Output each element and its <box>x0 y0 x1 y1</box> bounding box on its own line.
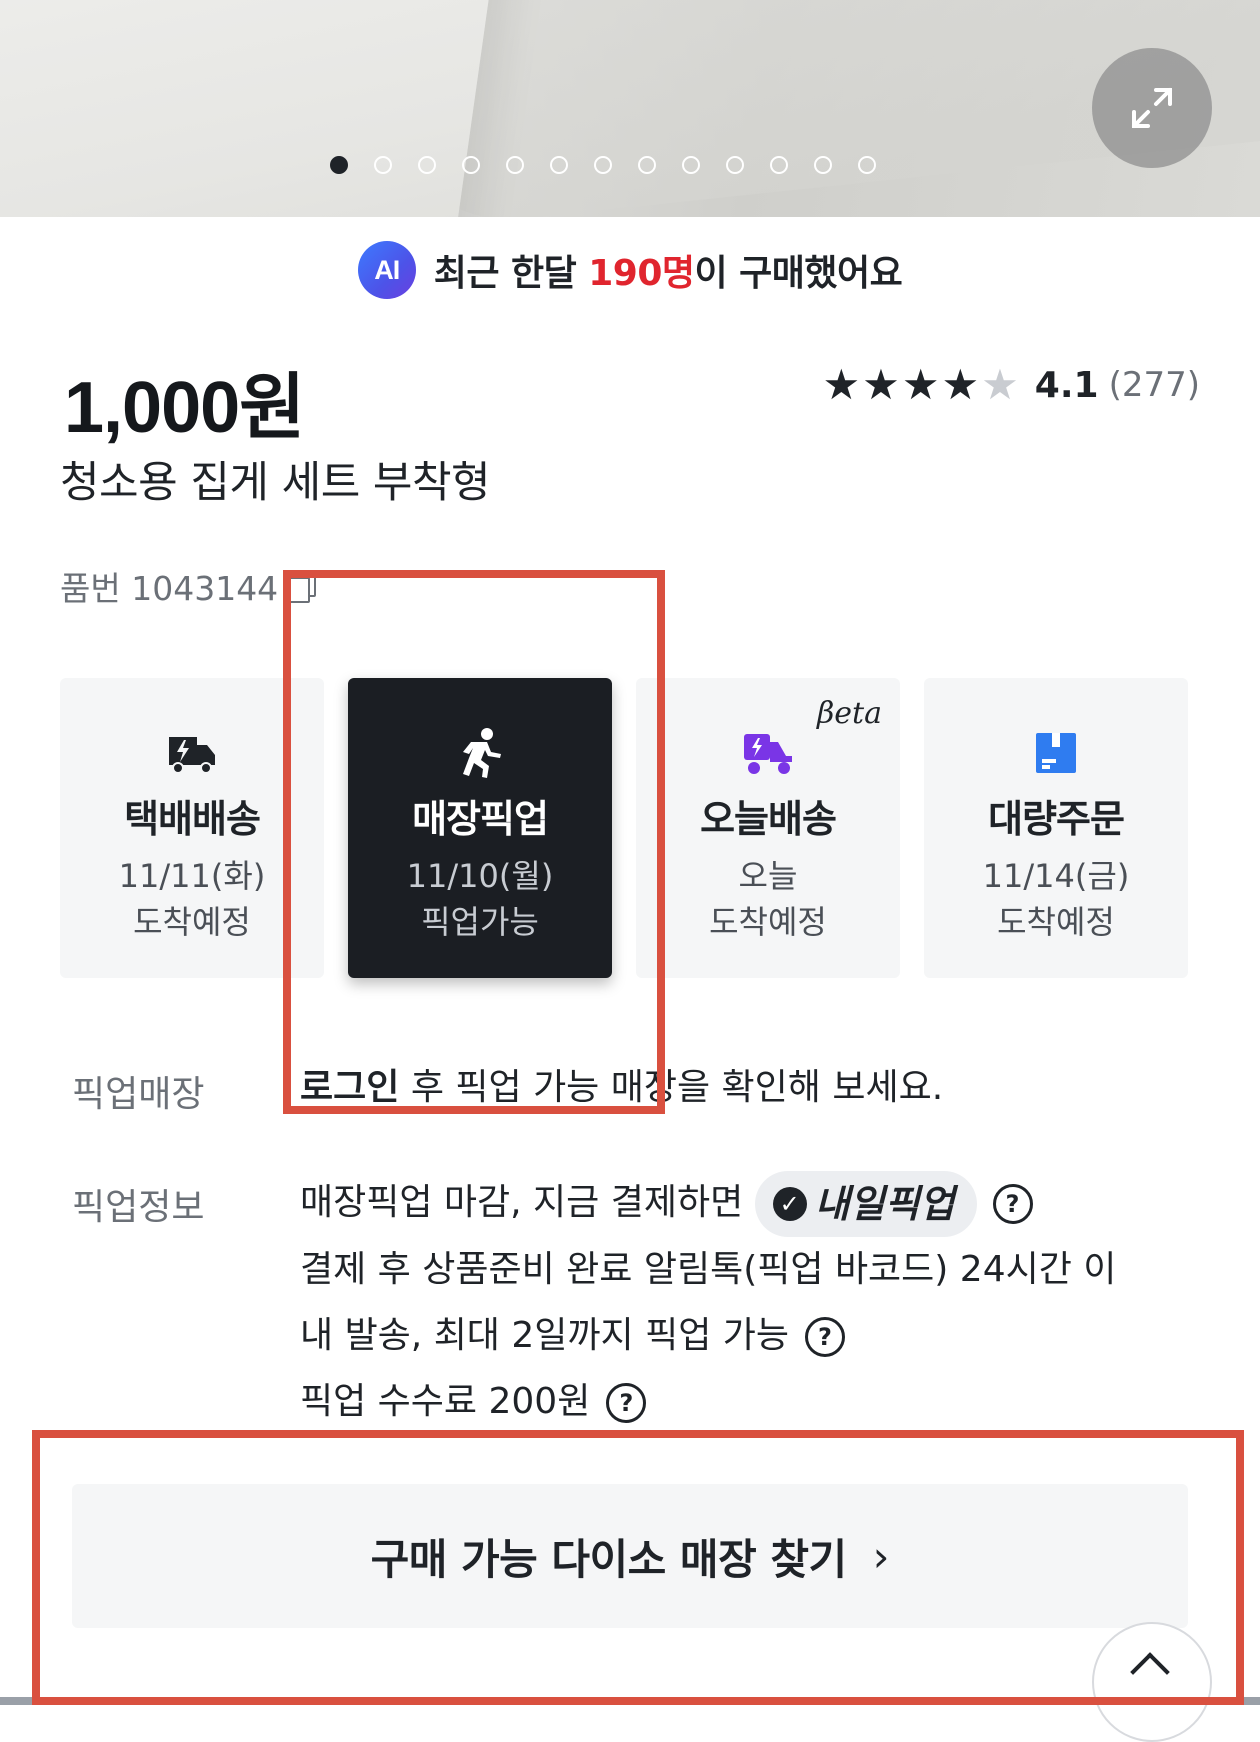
delivery-option-status: 도착예정 <box>709 903 827 941</box>
pickup-period-text: 내 발송, 최대 2일까지 픽업 가능 <box>300 1315 790 1356</box>
star-icon: ★ <box>862 360 900 409</box>
pickup-store-value: 로그인 후 픽업 가능 매장을 확인해 보세요. <box>300 1055 943 1121</box>
ai-highlight-count: 190명 <box>588 253 695 294</box>
product-image-carousel[interactable] <box>0 0 1260 217</box>
expand-icon <box>1132 88 1172 128</box>
box-icon <box>1029 726 1083 780</box>
help-icon[interactable]: ? <box>992 1184 1033 1224</box>
running-person-icon <box>453 726 507 780</box>
ai-badge-icon: AI <box>357 241 416 299</box>
carousel-dot[interactable] <box>550 156 568 174</box>
carousel-dot[interactable] <box>506 156 524 174</box>
delivery-option-date: 11/14(금) <box>982 857 1130 895</box>
ai-text-after: 이 구매했어요 <box>694 253 903 294</box>
pickup-info-line1: 매장픽업 마감, 지금 결제하면 ✓ 내일픽업? <box>300 1170 1116 1237</box>
pickup-store-text: 후 픽업 가능 매장을 확인해 보세요. <box>399 1067 944 1108</box>
star-icon: ★ <box>822 360 861 409</box>
next-day-pickup-label: 내일픽업 <box>814 1182 955 1226</box>
beta-badge: βeta <box>816 696 882 731</box>
delivery-options: 택배배송 11/11(화) 도착예정 매장픽업 11/10(월) 픽업가능 βe… <box>60 678 1188 978</box>
carousel-dot[interactable] <box>330 156 348 174</box>
chevron-up-icon <box>1130 1652 1170 1692</box>
pickup-store-label: 픽업매장 <box>72 1074 205 1115</box>
carousel-dot[interactable] <box>374 156 392 174</box>
delivery-option-title: 택배배송 <box>124 797 261 841</box>
bottom-edge <box>0 1697 1260 1705</box>
pickup-info-line3: 내 발송, 최대 2일까지 픽업 가능? <box>300 1303 1116 1369</box>
delivery-option-date: 11/10(월) <box>406 857 554 895</box>
expand-image-button[interactable] <box>1092 48 1212 168</box>
chevron-right-icon: › <box>872 1531 890 1581</box>
login-link[interactable]: 로그인 <box>300 1067 399 1108</box>
star-icon: ★ <box>941 360 980 409</box>
rating-value: 4.1 <box>1034 364 1099 406</box>
product-image <box>0 0 512 217</box>
delivery-option-title: 오늘배송 <box>700 797 837 841</box>
carousel-dot[interactable] <box>682 156 700 174</box>
carousel-dot[interactable] <box>770 156 788 174</box>
ai-banner-text: 최근 한달 190명이 구매했어요 <box>434 244 903 296</box>
find-store-button[interactable]: 구매 가능 다이소 매장 찾기 › <box>72 1484 1188 1628</box>
carousel-dot[interactable] <box>814 156 832 174</box>
carousel-dot[interactable] <box>462 156 480 174</box>
delivery-option-same-day[interactable]: βeta 오늘배송 오늘 도착예정 <box>636 678 900 978</box>
pickup-info-label: 픽업정보 <box>72 1187 205 1228</box>
pickup-fee-text: 픽업 수수료 200원 <box>300 1381 591 1422</box>
carousel-pagination[interactable] <box>330 156 876 176</box>
scroll-to-top-button[interactable] <box>1092 1622 1212 1742</box>
delivery-option-date: 오늘 <box>738 857 798 895</box>
carousel-dot[interactable] <box>726 156 744 174</box>
sku-text: 품번 1043144 <box>60 569 279 608</box>
pickup-info-line2: 결제 후 상품준비 완료 알림톡(픽업 바코드) 24시간 이 <box>300 1249 1117 1290</box>
star-icon: ★ <box>981 360 1019 409</box>
truck-icon <box>165 726 219 780</box>
delivery-option-status: 픽업가능 <box>421 903 539 941</box>
pickup-deadline-text: 매장픽업 마감, 지금 결제하면 <box>300 1182 744 1223</box>
review-count: (277) <box>1108 365 1200 405</box>
delivery-option-title: 대량주문 <box>988 797 1125 841</box>
carousel-dot[interactable] <box>418 156 436 174</box>
rating-stars: ★ ★ ★ ★ ★ <box>823 364 1019 406</box>
carousel-dot[interactable] <box>638 156 656 174</box>
copy-icon[interactable] <box>288 571 317 603</box>
delivery-option-store-pickup[interactable]: 매장픽업 11/10(월) 픽업가능 <box>348 678 612 978</box>
delivery-scooter-icon <box>741 726 795 780</box>
product-price: 1,000원 <box>64 368 305 448</box>
ai-text-before: 최근 한달 <box>433 253 589 294</box>
check-icon: ✓ <box>772 1187 807 1221</box>
find-store-label: 구매 가능 다이소 매장 찾기 <box>370 1534 848 1584</box>
pickup-info-line4: 픽업 수수료 200원? <box>300 1369 1116 1435</box>
delivery-option-status: 도착예정 <box>133 903 251 941</box>
delivery-option-date: 11/11(화) <box>118 857 266 895</box>
ai-purchase-banner: AI 최근 한달 190명이 구매했어요 <box>0 240 1260 300</box>
delivery-option-status: 도착예정 <box>997 903 1115 941</box>
help-icon[interactable]: ? <box>606 1383 647 1423</box>
product-rating[interactable]: ★ ★ ★ ★ ★ 4.1 (277) <box>823 364 1201 406</box>
carousel-dot[interactable] <box>594 156 612 174</box>
delivery-option-title: 매장픽업 <box>412 797 549 841</box>
carousel-dot[interactable] <box>858 156 876 174</box>
delivery-option-parcel[interactable]: 택배배송 11/11(화) 도착예정 <box>60 678 324 978</box>
help-icon[interactable]: ? <box>805 1317 846 1357</box>
star-icon: ★ <box>901 360 940 409</box>
pickup-info-value: 매장픽업 마감, 지금 결제하면 ✓ 내일픽업? 결제 후 상품준비 완료 알림톡… <box>300 1170 1116 1435</box>
delivery-option-bulk-order[interactable]: 대량주문 11/14(금) 도착예정 <box>924 678 1188 978</box>
next-day-pickup-badge: ✓ 내일픽업 <box>754 1171 977 1237</box>
product-name: 청소용 집게 세트 부착형 <box>60 458 491 508</box>
product-sku: 품번 1043144 <box>60 562 317 610</box>
